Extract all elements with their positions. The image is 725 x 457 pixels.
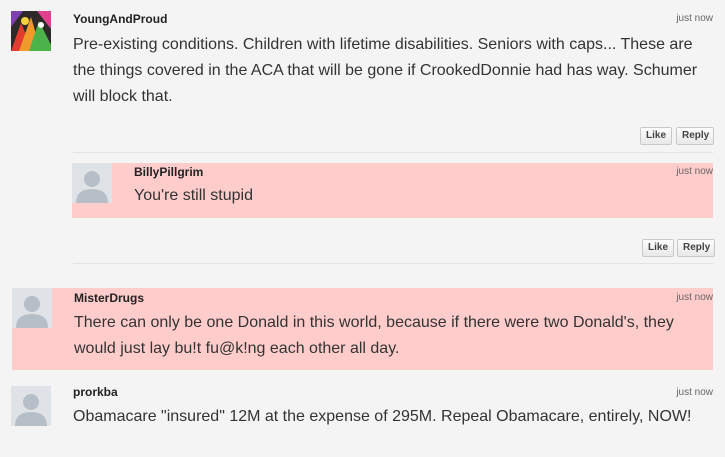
like-button[interactable]: Like xyxy=(640,127,672,145)
comment-author[interactable]: prorkba xyxy=(73,385,118,399)
comment-reply: BillyPillgrim just now You're still stup… xyxy=(0,155,725,265)
comment: MisterDrugs just now There can only be o… xyxy=(0,280,725,375)
comment: prorkba just now Obamacare "insured" 12M… xyxy=(0,378,725,457)
comment-body: Pre-existing conditions. Children with l… xyxy=(73,36,698,105)
comment-author[interactable]: BillyPillgrim xyxy=(134,165,203,179)
default-user-icon xyxy=(11,386,51,426)
default-user-icon xyxy=(72,163,112,203)
comment-divider xyxy=(73,152,713,153)
comment-body: Obamacare "insured" 12M at the expense o… xyxy=(73,408,692,425)
comment: YoungAndProud just now Pre-existing cond… xyxy=(0,0,725,155)
comment-body: You're still stupid xyxy=(134,187,253,204)
like-button[interactable]: Like xyxy=(642,239,674,257)
avatar[interactable] xyxy=(11,11,51,51)
avatar[interactable] xyxy=(72,163,112,203)
colorful-figures-icon xyxy=(11,11,51,51)
avatar[interactable] xyxy=(11,386,51,426)
comment-divider xyxy=(73,263,713,264)
comment-author[interactable]: MisterDrugs xyxy=(74,291,144,305)
comment-timestamp: just now xyxy=(676,387,713,398)
avatar[interactable] xyxy=(12,288,52,328)
default-user-icon xyxy=(12,288,52,328)
reply-button[interactable]: Reply xyxy=(677,239,715,257)
comment-timestamp: just now xyxy=(676,166,713,177)
comment-timestamp: just now xyxy=(676,13,713,24)
comment-author[interactable]: YoungAndProud xyxy=(73,12,167,26)
comment-body: There can only be one Donald in this wor… xyxy=(74,314,674,357)
comment-timestamp: just now xyxy=(676,292,713,303)
reply-button[interactable]: Reply xyxy=(676,127,714,145)
